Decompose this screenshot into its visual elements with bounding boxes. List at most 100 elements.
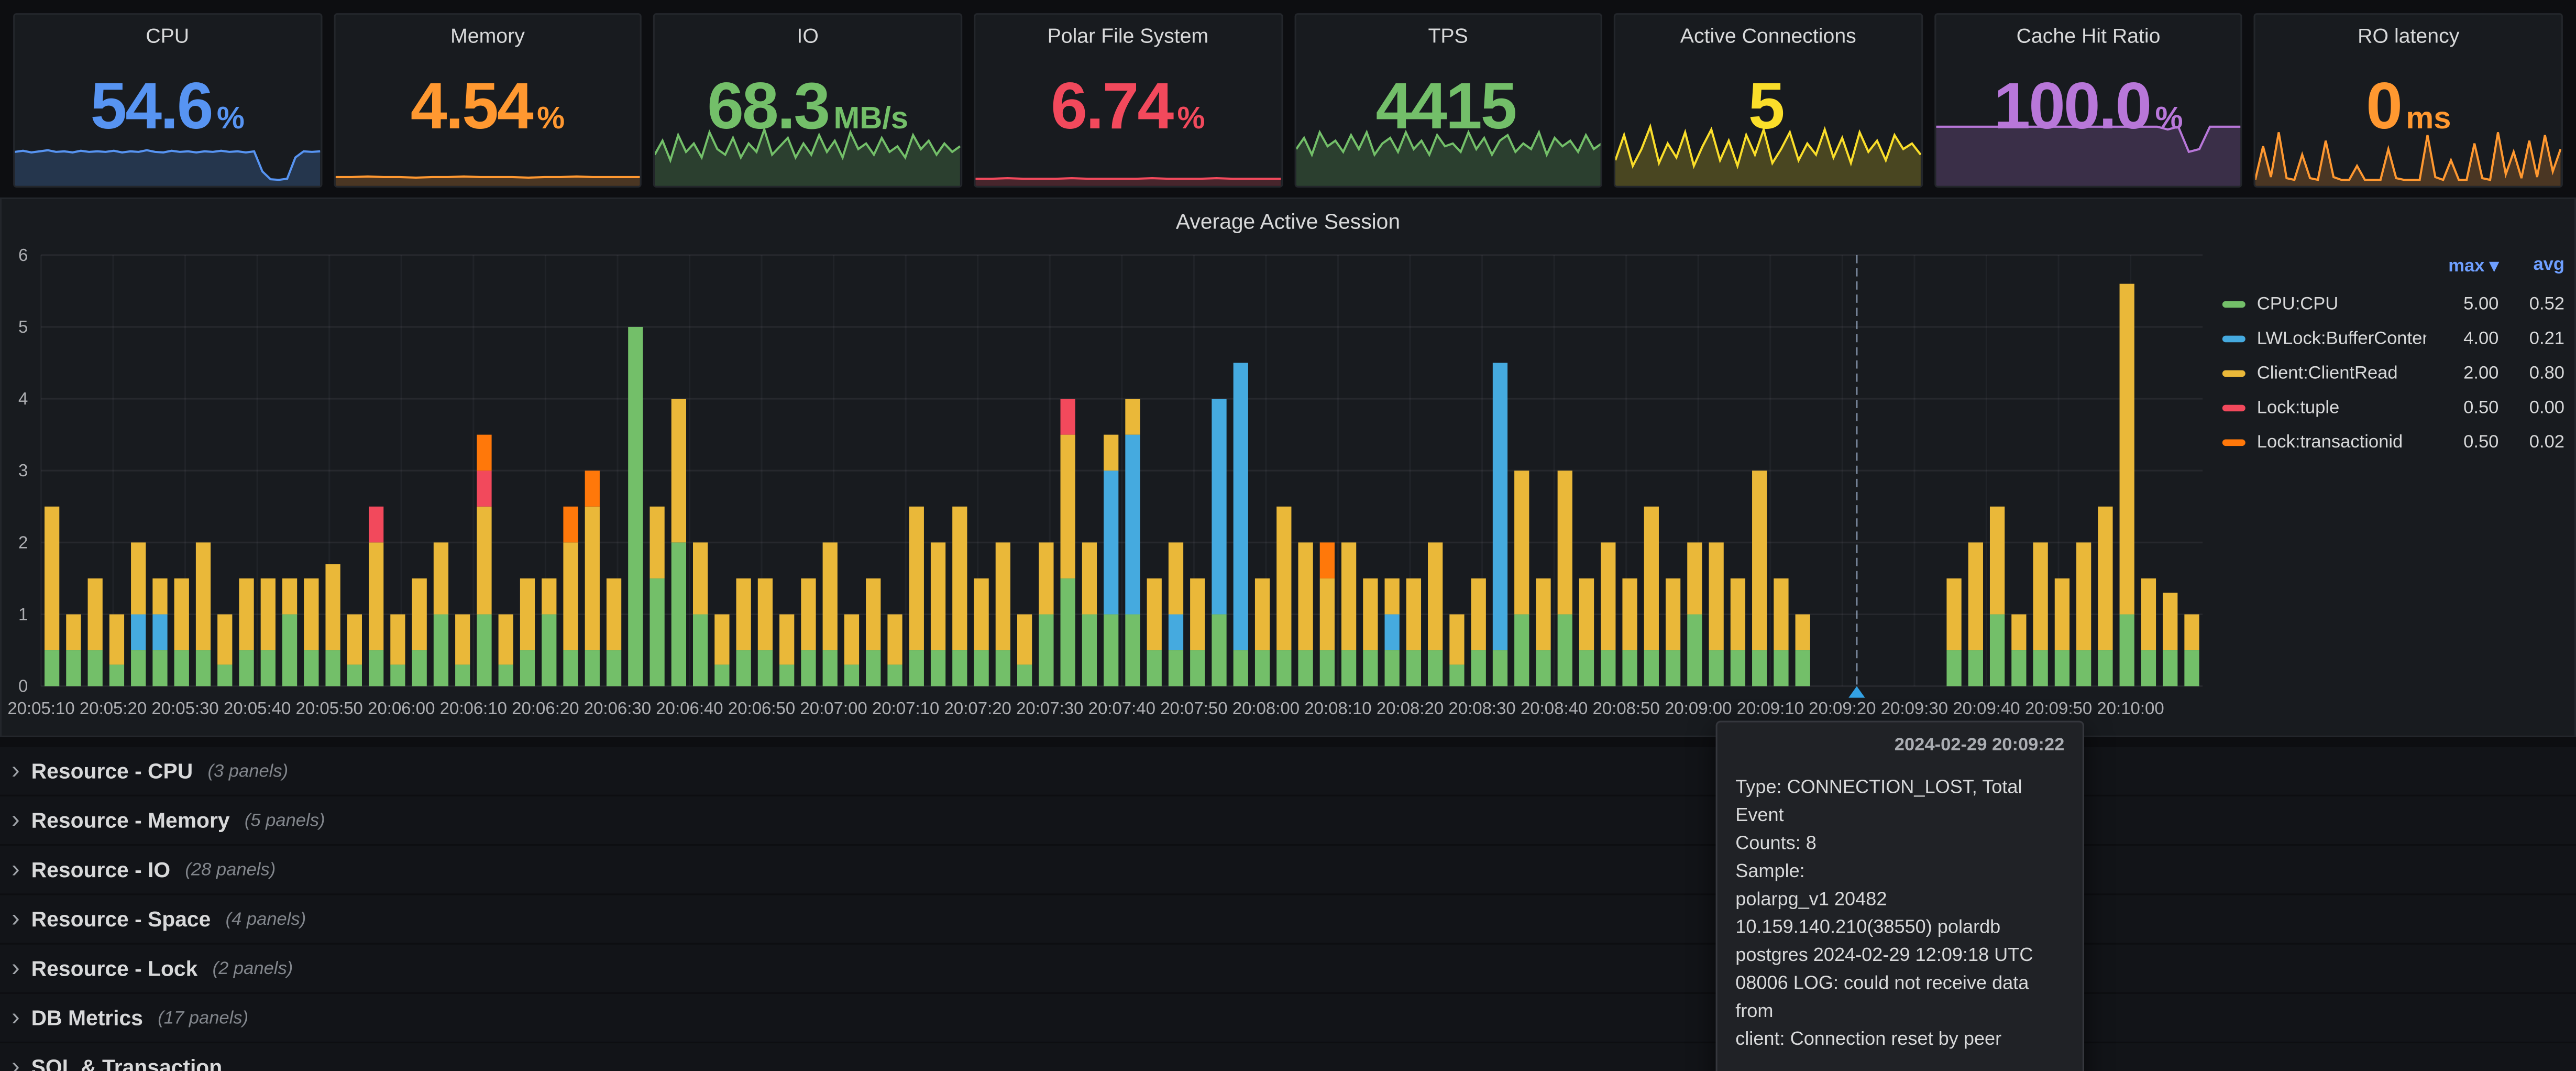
legend-series-label[interactable]: Client:ClientRead (2257, 363, 2426, 382)
svg-text:20:10:00: 20:10:00 (2097, 698, 2164, 718)
chevron-right-icon: › (12, 956, 20, 981)
stat-panel-title[interactable]: Cache Hit Ratio (1936, 15, 2241, 48)
svg-text:4: 4 (18, 389, 28, 408)
stat-panel-tps: TPS4415 (1294, 13, 1602, 188)
row-panel-count: (4 panels) (226, 909, 306, 929)
stat-panel-cpu: CPU 54.6% (13, 13, 322, 188)
row-title: DB Metrics (31, 1006, 143, 1030)
stat-panels-row: CPU54.6%Memory4.54%IO68.3MB/sPolar File … (0, 0, 2576, 188)
legend-series-color-icon (2222, 439, 2245, 445)
chevron-right-icon: › (12, 759, 20, 783)
legend-item[interactable]: Client:ClientRead2.000.80 (2222, 355, 2564, 390)
svg-text:20:05:50: 20:05:50 (296, 698, 363, 718)
svg-text:20:09:40: 20:09:40 (1953, 698, 2020, 718)
svg-text:20:09:20: 20:09:20 (1809, 698, 1876, 718)
stat-panel-unit: % (2155, 102, 2183, 137)
svg-text:20:06:20: 20:06:20 (512, 698, 579, 718)
legend-series-color-icon (2222, 369, 2245, 376)
legend-series-avg: 0.52 (2498, 294, 2564, 314)
legend-item[interactable]: LWLock:BufferContent4.000.21 (2222, 321, 2564, 355)
aas-chart[interactable]: 012345620:05:1020:05:2020:05:3020:05:402… (2, 238, 2214, 732)
legend-item[interactable]: Lock:transactionid0.500.02 (2222, 424, 2564, 459)
stat-panel-title[interactable]: RO latency (2256, 15, 2561, 48)
svg-text:20:06:30: 20:06:30 (584, 698, 651, 718)
row-title: Resource - CPU (31, 759, 193, 783)
svg-text:20:07:00: 20:07:00 (800, 698, 867, 718)
svg-text:20:08:20: 20:08:20 (1377, 698, 1444, 718)
stat-panel-title[interactable]: IO (655, 15, 961, 48)
row-panel-count: (3 panels) (207, 761, 288, 781)
stat-panel-value: 68.3MB/s (655, 71, 961, 145)
stat-panel-active-connections: Active Connections5 (1614, 13, 1922, 188)
chevron-right-icon: › (12, 1055, 20, 1071)
legend-series-max: 0.50 (2426, 432, 2498, 452)
legend-item[interactable]: Lock:tuple0.500.00 (2222, 390, 2564, 424)
legend-series-label[interactable]: Lock:tuple (2257, 397, 2426, 417)
dashboard-row-sql-transaction[interactable]: ›SQL & Transaction (0, 1043, 2576, 1071)
tooltip-line: Counts: 8 (1735, 831, 2064, 859)
panel-title[interactable]: Average Active Session (2, 199, 2574, 234)
svg-text:20:06:00: 20:06:00 (368, 698, 435, 718)
dashboard-row-resource-cpu[interactable]: › Resource - CPU (3 panels) (0, 747, 2576, 795)
tooltip-line: 08006 LOG: could not receive data from (1735, 971, 2064, 1027)
svg-text:0: 0 (18, 676, 28, 696)
row-title: Resource - Lock (31, 956, 198, 981)
chevron-right-icon: › (12, 857, 20, 882)
legend-series-color-icon (2222, 335, 2245, 342)
svg-text:20:05:30: 20:05:30 (151, 698, 218, 718)
tooltip-timestamp: 2024-02-29 20:09:22 (1735, 736, 2064, 756)
svg-text:20:09:50: 20:09:50 (2025, 698, 2092, 718)
stat-panel-unit: MB/s (834, 102, 909, 137)
legend-series-max: 4.00 (2426, 329, 2498, 348)
stat-panel-title[interactable]: TPS (1295, 15, 1601, 48)
svg-text:20:09:00: 20:09:00 (1665, 698, 1732, 718)
aas-legend: max ▾ avg CPU:CPU5.000.52LWLock:BufferCo… (2222, 255, 2564, 459)
legend-series-label[interactable]: Lock:transactionid (2257, 432, 2426, 452)
svg-text:20:08:00: 20:08:00 (1232, 698, 1300, 718)
stat-panel-unit: % (217, 102, 245, 137)
stat-panel-ro-latency: RO latency 0ms (2254, 13, 2563, 188)
annotation-tooltip: 2024-02-29 20:09:22 Type: CONNECTION_LOS… (1716, 721, 2084, 1071)
legend-sort-max[interactable]: max ▾ (2413, 255, 2498, 277)
legend-series-label[interactable]: CPU:CPU (2257, 294, 2426, 314)
legend-series-color-icon (2222, 404, 2245, 411)
svg-text:3: 3 (18, 461, 28, 480)
legend-series-label[interactable]: LWLock:BufferContent (2257, 329, 2426, 348)
legend-sort-avg[interactable]: avg (2498, 255, 2564, 277)
dashboard-row-resource-space[interactable]: ›Resource - Space(4 panels) (0, 895, 2576, 943)
stat-panel-title[interactable]: CPU (15, 15, 320, 48)
svg-text:20:05:10: 20:05:10 (7, 698, 74, 718)
dashboard-row-resource-io[interactable]: › Resource - IO (28 panels) (0, 846, 2576, 893)
row-title: Resource - Memory (31, 808, 230, 833)
stat-panel-value: 54.6% (15, 71, 320, 145)
stat-panel-unit: % (1177, 102, 1205, 137)
stat-panel-title[interactable]: Active Connections (1615, 15, 1921, 48)
legend-series-avg: 0.80 (2498, 363, 2564, 382)
tooltip-line: polarpg_v1 20482 (1735, 887, 2064, 915)
legend-item[interactable]: CPU:CPU5.000.52 (2222, 286, 2564, 321)
svg-text:20:08:30: 20:08:30 (1448, 698, 1515, 718)
stat-panel-value: 6.74% (975, 71, 1281, 145)
row-title: Resource - IO (31, 857, 170, 882)
svg-text:1: 1 (18, 604, 28, 624)
dashboard-row-db-metrics[interactable]: ›DB Metrics(17 panels) (0, 994, 2576, 1042)
row-panel-count: (28 panels) (185, 860, 276, 880)
dashboard-row-resource-memory[interactable]: ›Resource - Memory(5 panels) (0, 796, 2576, 844)
chevron-right-icon: › (12, 1006, 20, 1030)
legend-series-max: 5.00 (2426, 294, 2498, 314)
legend-series-avg: 0.02 (2498, 432, 2564, 452)
legend-header: max ▾ avg (2222, 255, 2564, 277)
stat-panel-value: 0ms (2256, 71, 2561, 145)
svg-text:20:07:40: 20:07:40 (1088, 698, 1155, 718)
row-panel-count: (2 panels) (213, 958, 293, 978)
tooltip-line: Type: CONNECTION_LOST, Total Event (1735, 775, 2064, 831)
stat-panel-polar-file-system: Polar File System 6.74% (974, 13, 1282, 188)
svg-text:20:09:10: 20:09:10 (1737, 698, 1804, 718)
stat-panel-title[interactable]: Memory (335, 15, 640, 48)
svg-text:20:06:50: 20:06:50 (728, 698, 795, 718)
stat-panel-value: 100.0% (1936, 71, 2241, 145)
dashboard-row-resource-lock[interactable]: › Resource - Lock (2 panels) (0, 945, 2576, 992)
dashboard: CPU54.6%Memory4.54%IO68.3MB/sPolar File … (0, 0, 2576, 1071)
stat-panel-title[interactable]: Polar File System (975, 15, 1281, 48)
legend-items: CPU:CPU5.000.52LWLock:BufferContent4.000… (2222, 286, 2564, 459)
